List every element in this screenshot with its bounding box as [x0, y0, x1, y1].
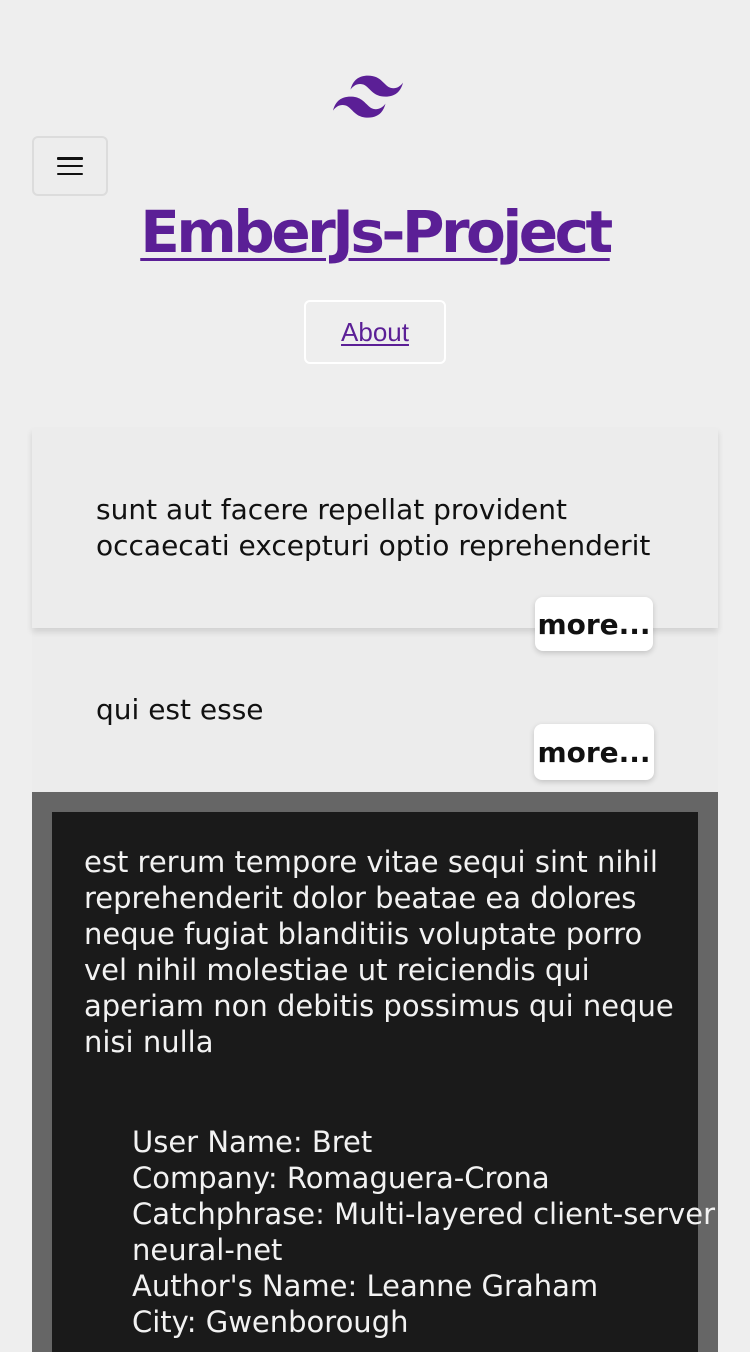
user-name: User Name: Bret	[132, 1125, 373, 1159]
tailwind-logo-icon	[333, 75, 403, 118]
more-button[interactable]: more...	[534, 724, 654, 780]
about-nav-link[interactable]: About	[304, 300, 446, 364]
author-info: User Name: Bret Company: Romaguera-Crona…	[132, 1124, 732, 1340]
more-button[interactable]: more...	[535, 597, 653, 651]
author-name: Author's Name: Leanne Graham	[132, 1269, 599, 1303]
post-title: sunt aut facere repellat provident occae…	[96, 493, 651, 562]
post-body-text: est rerum tempore vitae sequi sint nihil…	[84, 845, 674, 1059]
hamburger-menu-icon	[57, 157, 83, 175]
site-title-link[interactable]: EmberJs-Project	[0, 198, 750, 266]
menu-toggle-button[interactable]	[32, 136, 108, 196]
catchphrase: Catchphrase: Multi-layered client-server…	[132, 1197, 715, 1267]
post-title: qui est esse	[96, 693, 264, 726]
company: Company: Romaguera-Crona	[132, 1161, 550, 1195]
city: City: Gwenborough	[132, 1305, 409, 1339]
